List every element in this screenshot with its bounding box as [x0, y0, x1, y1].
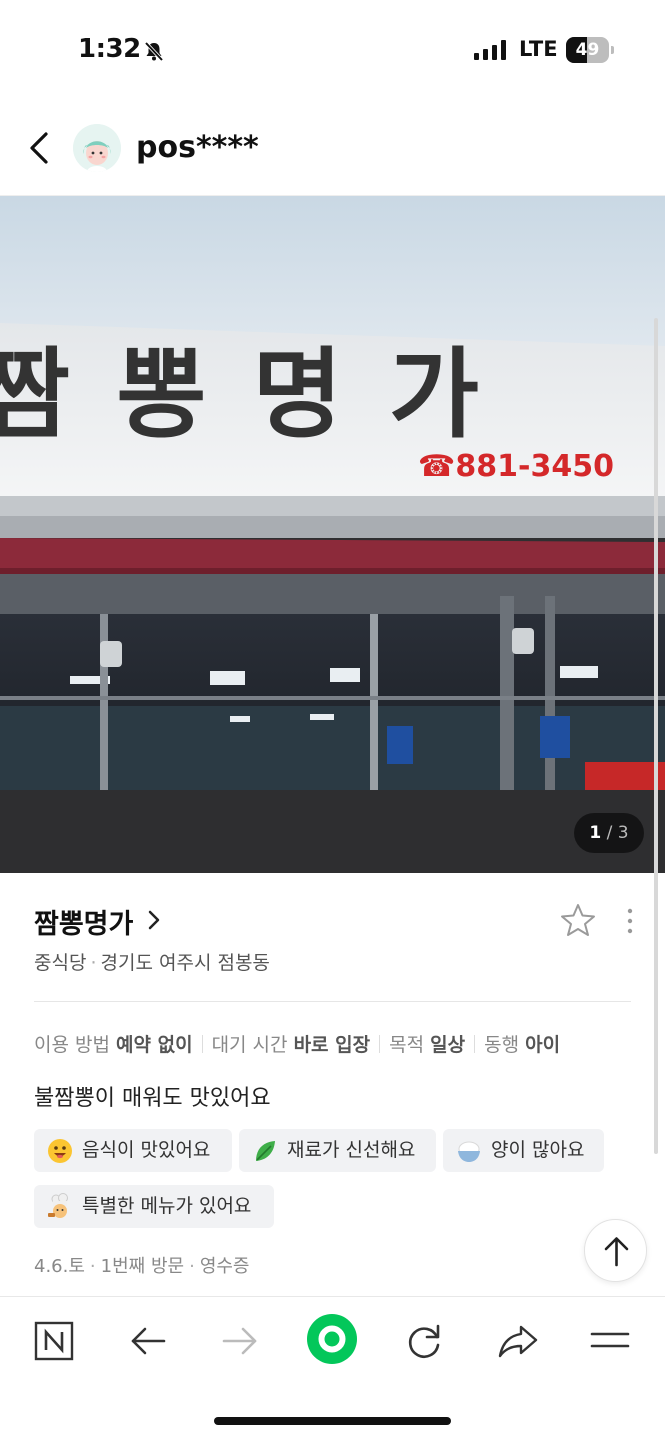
review-text: 불짬뽕이 매워도 맛있어요 — [34, 1086, 271, 1111]
review-header: pos**** — [0, 100, 665, 196]
meta-value-method: 예약 없이 — [116, 1034, 193, 1056]
visit-separator: · — [89, 1256, 96, 1277]
meta-label-companion: 동행 — [484, 1034, 520, 1056]
avatar-icon — [73, 124, 121, 172]
naver-home-icon[interactable] — [26, 1313, 82, 1369]
back-arrow-icon[interactable] — [24, 128, 56, 168]
sign-phone-text: ☎881-3450 — [418, 449, 614, 484]
tag-tasty: 음식이 맛있어요 — [34, 1129, 232, 1172]
category-separator: · — [90, 952, 97, 974]
tag-portion: 양이 많아요 — [443, 1129, 604, 1172]
storefront-image: 짬 뽕 명 가 ☎881-3450 — [0, 196, 665, 873]
status-time: 1:32 — [78, 34, 141, 64]
tag-label: 특별한 메뉴가 있어요 — [82, 1195, 252, 1217]
tag-label: 음식이 맛있어요 — [82, 1139, 211, 1161]
muted-bell-icon — [144, 41, 164, 62]
green-dot-icon[interactable] — [304, 1311, 360, 1367]
photo-counter-current: 1 — [589, 823, 602, 843]
signal-icon — [474, 40, 506, 60]
meta-value-wait: 바로 입장 — [293, 1034, 371, 1056]
menu-icon[interactable] — [582, 1313, 638, 1369]
battery-level: 49 — [575, 40, 600, 60]
sign-main-text: 짬 뽕 명 가 — [0, 338, 485, 452]
visit-date: 4.6.토 — [34, 1256, 85, 1277]
meta-value-purpose: 일상 — [430, 1034, 466, 1056]
arrow-up-icon — [604, 1237, 629, 1267]
tag-label: 재료가 신선해요 — [287, 1139, 416, 1161]
meta-label-purpose: 목적 — [389, 1034, 425, 1056]
category-label: 중식당 — [34, 952, 87, 974]
photo-counter-total: 3 — [617, 823, 629, 843]
scroll-to-top-button[interactable] — [584, 1219, 647, 1282]
refresh-icon[interactable] — [396, 1313, 452, 1369]
forward-nav-icon[interactable] — [212, 1313, 268, 1369]
review-photo[interactable]: 짬 뽕 명 가 ☎881-3450 1 / 3 — [0, 196, 665, 873]
tag-special-menu: 특별한 메뉴가 있어요 — [34, 1185, 274, 1228]
place-name[interactable]: 짬뽕명가 — [34, 902, 133, 941]
status-bar: 1:32 LTE 49 — [0, 0, 665, 100]
photo-counter-separator: / — [606, 823, 613, 843]
visit-count: 1번째 방문 — [100, 1256, 185, 1277]
smile-emoji-icon — [48, 1139, 72, 1163]
divider — [34, 1001, 631, 1002]
avatar[interactable] — [73, 124, 121, 172]
home-indicator[interactable] — [214, 1417, 451, 1425]
place-category: 중식당 · 경기도 여주시 점봉동 — [34, 948, 270, 975]
rice-bowl-emoji-icon — [458, 1141, 480, 1162]
star-outline-icon[interactable] — [560, 903, 596, 937]
place-address: 경기도 여주시 점봉동 — [100, 952, 270, 974]
back-nav-icon[interactable] — [120, 1313, 176, 1369]
tag-label: 양이 많아요 — [491, 1139, 585, 1161]
visit-info: 4.6.토 · 1번째 방문 · 영수증 — [34, 1252, 250, 1278]
visit-meta: 이용 방법 예약 없이 대기 시간 바로 입장 목적 일상 동행 아이 — [34, 1030, 560, 1057]
more-vertical-icon[interactable] — [620, 906, 640, 936]
meta-value-companion: 아이 — [525, 1034, 561, 1056]
chevron-right-icon[interactable] — [146, 909, 162, 931]
browser-toolbar — [0, 1296, 665, 1440]
chef-emoji-icon — [48, 1193, 68, 1218]
visit-separator: · — [189, 1256, 195, 1277]
scrollbar[interactable] — [654, 318, 658, 1154]
battery-icon: 49 — [566, 37, 614, 63]
share-icon[interactable] — [490, 1313, 546, 1369]
visit-proof: 영수증 — [199, 1256, 250, 1277]
username[interactable]: pos**** — [136, 130, 259, 165]
photo-counter: 1 / 3 — [574, 813, 644, 853]
tag-fresh: 재료가 신선해요 — [239, 1129, 436, 1172]
carrier-label: LTE — [519, 37, 558, 61]
leaf-emoji-icon — [256, 1141, 275, 1161]
meta-label-method: 이용 방법 — [34, 1034, 110, 1056]
meta-label-wait: 대기 시간 — [211, 1034, 288, 1056]
